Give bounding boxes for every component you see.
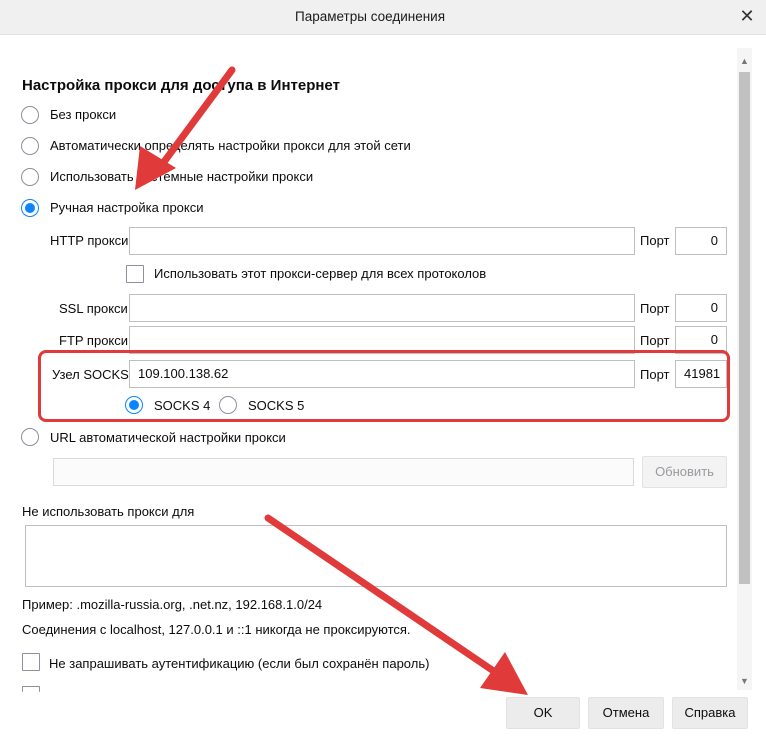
arrow-pointing-manual xyxy=(135,66,236,190)
annotation-arrows xyxy=(135,66,528,695)
arrow-pointing-ok xyxy=(264,514,528,695)
